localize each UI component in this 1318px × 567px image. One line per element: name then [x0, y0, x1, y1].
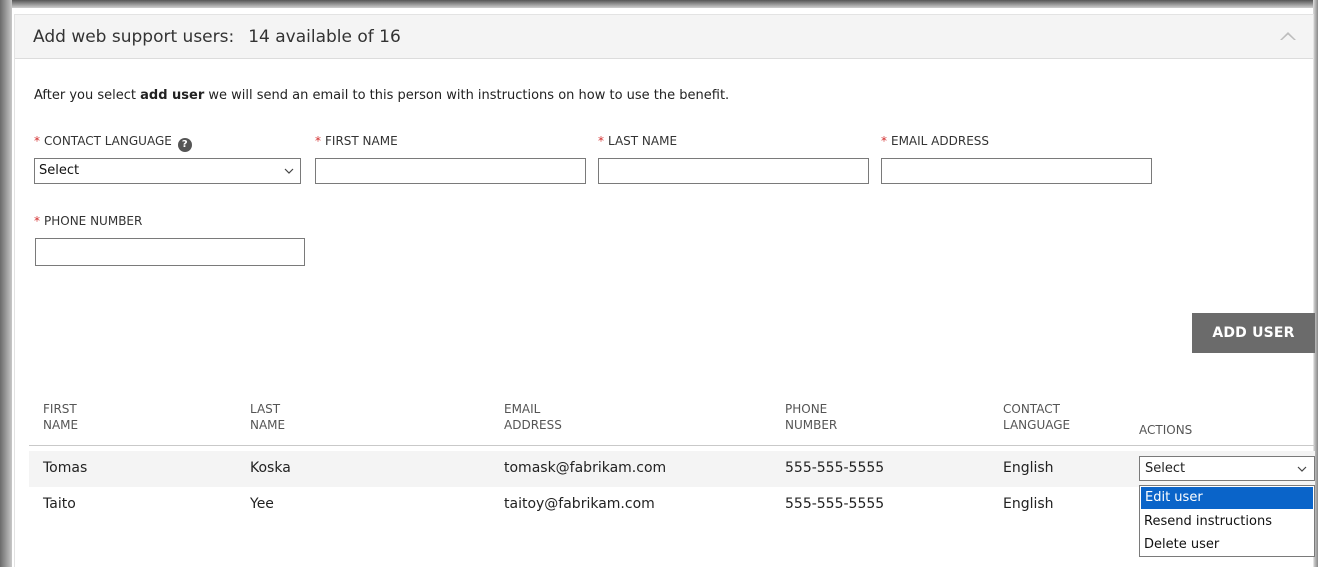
- required-mark: *: [315, 134, 321, 148]
- panel-header[interactable]: Add web support users: 14 available of 16: [15, 15, 1313, 59]
- cell-last-name: Koska: [250, 460, 291, 476]
- intro-bold: add user: [140, 88, 205, 103]
- column-header-last-name: LAST NAME: [250, 401, 285, 433]
- contact-language-select[interactable]: Select: [34, 158, 301, 184]
- chevron-up-icon[interactable]: [1279, 29, 1297, 41]
- actions-select-value: Select: [1145, 461, 1186, 476]
- cell-language: English: [1003, 496, 1054, 512]
- menu-item-edit-user[interactable]: Edit user: [1141, 487, 1313, 509]
- column-header-line: ADDRESS: [504, 418, 562, 432]
- contact-language-label-text: CONTACT LANGUAGE: [44, 134, 172, 148]
- email-address-label: * EMAIL ADDRESS: [881, 134, 989, 148]
- cell-language: English: [1003, 460, 1054, 476]
- column-header-line: NAME: [43, 418, 79, 432]
- last-name-label-text: LAST NAME: [608, 134, 678, 148]
- email-address-input[interactable]: [881, 158, 1152, 184]
- available-count: 14 available of 16: [248, 27, 401, 47]
- add-web-support-users-panel: Add web support users: 14 available of 16…: [14, 14, 1315, 567]
- table-row[interactable]: Taito Yee taitoy@fabrikam.com 555-555-55…: [29, 487, 1315, 523]
- last-name-input[interactable]: [598, 158, 869, 184]
- intro-suffix: we will send an email to this person wit…: [204, 88, 730, 103]
- column-header-contact-language: CONTACT LANGUAGE: [1003, 401, 1070, 433]
- help-icon[interactable]: ?: [177, 138, 192, 152]
- column-header-line: EMAIL: [504, 402, 541, 416]
- column-header-phone-number: PHONE NUMBER: [785, 401, 837, 433]
- column-header-line: LAST: [250, 402, 281, 416]
- first-name-input[interactable]: [315, 158, 586, 184]
- required-mark: *: [34, 214, 40, 228]
- column-header-email-address: EMAIL ADDRESS: [504, 401, 562, 433]
- chevron-down-icon: [1297, 466, 1307, 472]
- contact-language-label: * CONTACT LANGUAGE?: [34, 134, 192, 152]
- menu-item-delete-user[interactable]: Delete user: [1140, 533, 1314, 556]
- phone-number-input[interactable]: [35, 238, 305, 266]
- cell-phone: 555-555-5555: [785, 460, 885, 476]
- column-header-line: ACTIONS: [1139, 423, 1193, 437]
- panel-title: Add web support users: 14 available of 16: [33, 27, 401, 47]
- chevron-down-icon: [284, 168, 294, 174]
- actions-dropdown-menu: Edit user Resend instructions Delete use…: [1139, 485, 1315, 557]
- add-user-button[interactable]: ADD USER: [1192, 313, 1315, 353]
- last-name-label: * LAST NAME: [598, 134, 677, 148]
- panel-title-text: Add web support users:: [33, 27, 235, 47]
- cell-first-name: Tomas: [43, 460, 88, 476]
- intro-text: After you select add user we will send a…: [34, 88, 729, 103]
- required-mark: *: [34, 134, 40, 148]
- window-frame-top: [0, 0, 1318, 8]
- column-header-line: FIRST: [43, 402, 77, 416]
- phone-number-label: * PHONE NUMBER: [34, 214, 142, 228]
- cell-email: tomask@fabrikam.com: [504, 460, 667, 476]
- window-frame-left: [0, 0, 12, 567]
- menu-item-resend-instructions[interactable]: Resend instructions: [1140, 510, 1314, 533]
- first-name-label-text: FIRST NAME: [325, 134, 398, 148]
- column-header-actions: ACTIONS: [1139, 401, 1192, 438]
- table-header-divider: [29, 445, 1315, 446]
- cell-phone: 555-555-5555: [785, 496, 885, 512]
- email-address-label-text: EMAIL ADDRESS: [891, 134, 990, 148]
- intro-prefix: After you select: [34, 88, 141, 103]
- cell-email: taitoy@fabrikam.com: [504, 496, 655, 512]
- cell-last-name: Yee: [250, 496, 274, 512]
- column-header-line: NUMBER: [785, 418, 838, 432]
- required-mark: *: [881, 134, 887, 148]
- column-header-line: NAME: [250, 418, 286, 432]
- actions-select[interactable]: Select: [1139, 456, 1315, 481]
- cell-first-name: Taito: [43, 496, 76, 512]
- contact-language-value: Select: [39, 163, 80, 178]
- phone-number-label-text: PHONE NUMBER: [44, 214, 143, 228]
- first-name-label: * FIRST NAME: [315, 134, 398, 148]
- column-header-line: CONTACT: [1003, 402, 1060, 416]
- column-header-line: [1139, 401, 1192, 417]
- table-row[interactable]: Tomas Koska tomask@fabrikam.com 555-555-…: [29, 451, 1315, 487]
- column-header-line: LANGUAGE: [1003, 418, 1071, 432]
- required-mark: *: [598, 134, 604, 148]
- column-header-line: PHONE: [785, 402, 828, 416]
- column-header-first-name: FIRST NAME: [43, 401, 78, 433]
